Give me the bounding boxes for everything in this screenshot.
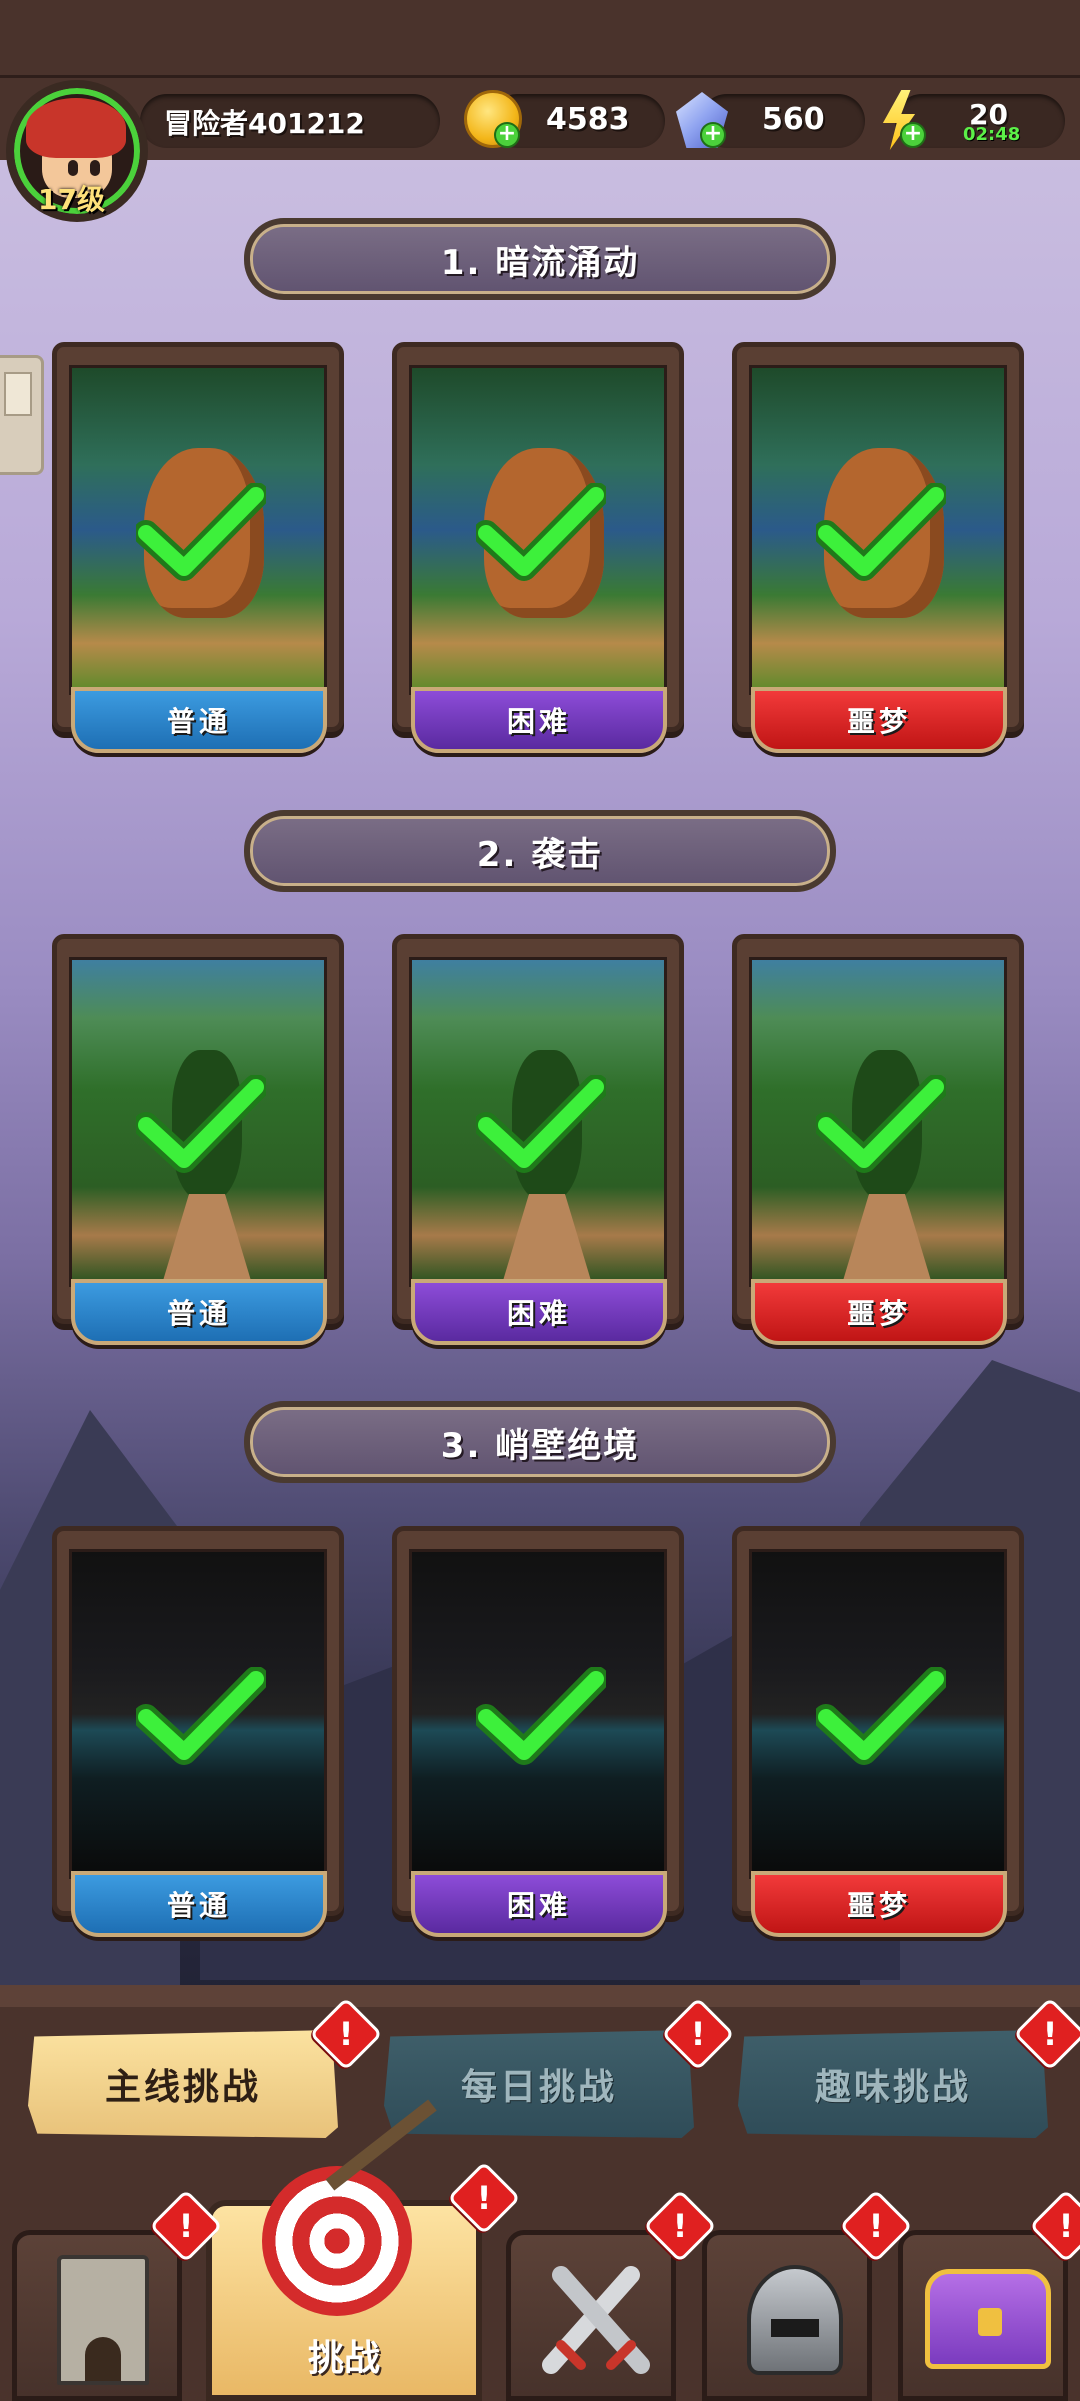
avatar-eye bbox=[68, 160, 78, 176]
nav-challenge-button[interactable]: 挑战 bbox=[206, 2099, 482, 2401]
tab-fun-challenge[interactable]: 趣味挑战 bbox=[738, 2030, 1048, 2138]
difficulty-label: 噩梦 bbox=[751, 687, 1007, 753]
difficulty-label: 普通 bbox=[71, 687, 327, 753]
tab-daily-challenge[interactable]: 每日挑战 bbox=[384, 2030, 694, 2138]
level-scene-image bbox=[749, 1549, 1007, 1879]
level-card-hard[interactable]: 困难 bbox=[392, 934, 684, 1345]
target-icon bbox=[262, 2166, 412, 2316]
difficulty-label: 困难 bbox=[411, 687, 667, 753]
dirt-path bbox=[502, 1194, 592, 1284]
difficulty-text: 普通 bbox=[166, 705, 231, 738]
difficulty-text: 困难 bbox=[506, 1889, 571, 1922]
bottom-rail bbox=[0, 1985, 1080, 2007]
nav-shop-button[interactable] bbox=[898, 2230, 1068, 2401]
helmet-icon bbox=[747, 2265, 843, 2375]
difficulty-text: 困难 bbox=[506, 1297, 571, 1330]
level-card-normal[interactable]: 普通 bbox=[52, 1526, 344, 1937]
check-icon bbox=[136, 1075, 266, 1173]
status-bar-area bbox=[0, 0, 1080, 78]
nav-tower-button[interactable] bbox=[12, 2230, 182, 2401]
add-gem-icon[interactable]: + bbox=[700, 122, 726, 148]
nav-hero-button[interactable] bbox=[702, 2230, 872, 2401]
level-scene-image bbox=[749, 957, 1007, 1287]
level-card-hard[interactable]: 困难 bbox=[392, 342, 684, 753]
energy-timer: 02:48 bbox=[963, 124, 1021, 145]
tab-label: 主线挑战 bbox=[104, 2067, 261, 2108]
difficulty-label: 困难 bbox=[411, 1871, 667, 1937]
level-scene-image bbox=[409, 365, 667, 695]
level-card-nightmare[interactable]: 噩梦 bbox=[732, 934, 1024, 1345]
dirt-path bbox=[162, 1194, 252, 1284]
tower-icon bbox=[57, 2255, 149, 2385]
check-icon bbox=[476, 1667, 606, 1765]
check-icon bbox=[136, 483, 266, 581]
difficulty-label: 噩梦 bbox=[751, 1871, 1007, 1937]
tab-main-challenge[interactable]: 主线挑战 bbox=[28, 2030, 338, 2138]
check-icon bbox=[816, 1075, 946, 1173]
gold-amount: 4583 bbox=[546, 102, 630, 137]
stage-title-bar: 3. 峭壁绝境 bbox=[244, 1401, 836, 1483]
check-icon bbox=[476, 1075, 606, 1173]
check-icon bbox=[136, 1667, 266, 1765]
level-card-hard[interactable]: 困难 bbox=[392, 1526, 684, 1937]
difficulty-text: 噩梦 bbox=[846, 1297, 911, 1330]
level-card-nightmare[interactable]: 噩梦 bbox=[732, 342, 1024, 753]
level-scene-image bbox=[69, 365, 327, 695]
level-card-normal[interactable]: 普通 bbox=[52, 342, 344, 753]
check-icon bbox=[816, 1667, 946, 1765]
avatar-hair bbox=[26, 98, 126, 158]
difficulty-label: 噩梦 bbox=[751, 1279, 1007, 1345]
level-scene-image bbox=[409, 957, 667, 1287]
add-gold-icon[interactable]: + bbox=[494, 122, 520, 148]
dirt-path bbox=[842, 1194, 932, 1284]
player-name-pill: 冒险者401212 bbox=[140, 94, 440, 148]
stage-title: 3. 峭壁绝境 bbox=[440, 1425, 640, 1466]
stage-title: 2. 袭击 bbox=[476, 834, 604, 875]
nav-label: 挑战 bbox=[307, 2338, 380, 2379]
level-scene-image bbox=[69, 1549, 327, 1879]
difficulty-label: 困难 bbox=[411, 1279, 667, 1345]
avatar-eye bbox=[90, 160, 100, 176]
gem-amount: 560 bbox=[762, 102, 825, 137]
check-icon bbox=[476, 483, 606, 581]
stage-title-bar: 2. 袭击 bbox=[244, 810, 836, 892]
difficulty-text: 噩梦 bbox=[846, 705, 911, 738]
add-energy-icon[interactable]: + bbox=[900, 122, 926, 148]
check-icon bbox=[816, 483, 946, 581]
tab-label: 每日挑战 bbox=[460, 2067, 617, 2108]
difficulty-text: 噩梦 bbox=[846, 1889, 911, 1922]
difficulty-text: 困难 bbox=[506, 705, 571, 738]
level-scene-image bbox=[69, 957, 327, 1287]
tab-label: 趣味挑战 bbox=[814, 2067, 971, 2108]
difficulty-text: 普通 bbox=[166, 1889, 231, 1922]
level-card-normal[interactable]: 普通 bbox=[52, 934, 344, 1345]
difficulty-label: 普通 bbox=[71, 1871, 327, 1937]
level-scene-image bbox=[409, 1549, 667, 1879]
swords-icon bbox=[542, 2266, 650, 2374]
stage-title-bar: 1. 暗流涌动 bbox=[244, 218, 836, 300]
side-device-screen bbox=[4, 372, 32, 416]
chest-icon bbox=[925, 2269, 1051, 2369]
side-device-button[interactable] bbox=[0, 355, 44, 475]
difficulty-text: 普通 bbox=[166, 1297, 231, 1330]
level-scene-image bbox=[749, 365, 1007, 695]
player-level: 17级 bbox=[38, 183, 105, 216]
level-card-nightmare[interactable]: 噩梦 bbox=[732, 1526, 1024, 1937]
nav-battle-button[interactable] bbox=[506, 2230, 676, 2401]
difficulty-label: 普通 bbox=[71, 1279, 327, 1345]
player-name: 冒险者401212 bbox=[164, 107, 365, 140]
stage-title: 1. 暗流涌动 bbox=[440, 242, 640, 283]
